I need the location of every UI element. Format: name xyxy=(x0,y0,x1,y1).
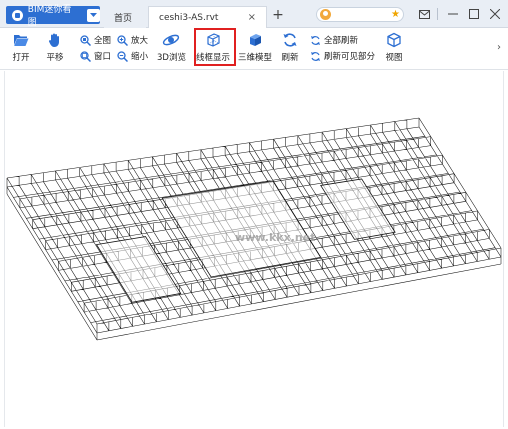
pan-label: 平移 xyxy=(46,53,64,63)
courtyard-2 xyxy=(320,178,396,240)
orbit-icon xyxy=(162,31,180,49)
building-wireframe-model xyxy=(6,117,502,341)
minimize-icon[interactable] xyxy=(445,6,461,22)
add-tab-button[interactable]: + xyxy=(270,6,286,24)
app-name: BIM迷你看图 xyxy=(27,5,72,28)
window-zoom-button[interactable]: 窗口 xyxy=(80,50,111,62)
zoom-window-icon xyxy=(80,50,91,62)
refresh-all-button[interactable]: 全部刷新 xyxy=(310,34,358,46)
tab-home[interactable]: 首页 xyxy=(104,6,146,28)
view-cube-icon xyxy=(385,31,403,49)
view-button[interactable]: 视图 xyxy=(385,31,403,63)
zoom-in-button[interactable]: 放大 xyxy=(117,34,148,46)
zoom-out-label: 缩小 xyxy=(131,52,149,62)
refresh-icon xyxy=(281,31,299,49)
zoom-in-icon xyxy=(117,34,128,46)
highlight-box xyxy=(194,28,236,66)
full-view-label: 全图 xyxy=(94,36,112,46)
full-view-button[interactable]: 全图 xyxy=(80,34,111,46)
toolbar: 打开 平移 全图 窗口 放大 缩小 3D浏览 线框显示 三维模型 刷新 全部刷新… xyxy=(0,28,508,70)
refresh-label: 刷新 xyxy=(281,53,299,63)
tab-file-label: ceshi3-AS.rvt xyxy=(159,12,219,23)
divider xyxy=(437,8,438,20)
refresh-visible-button[interactable]: 刷新可见部分 xyxy=(310,50,375,62)
hand-icon xyxy=(46,31,64,49)
user-account-widget[interactable]: ★ xyxy=(316,7,404,22)
3d-browse-label: 3D浏览 xyxy=(157,53,186,63)
title-bar: BIM迷你看图 首页 ceshi3-AS.rvt × + ★ xyxy=(0,0,508,28)
refresh-all-label: 全部刷新 xyxy=(324,36,359,46)
solid-cube-icon xyxy=(246,31,264,49)
tab-home-label: 首页 xyxy=(114,13,133,24)
window-zoom-label: 窗口 xyxy=(94,52,112,62)
app-menu-button[interactable]: BIM迷你看图 xyxy=(6,5,100,28)
close-icon[interactable] xyxy=(487,6,503,22)
3d-viewport[interactable]: www.kkx.net xyxy=(4,71,504,427)
maximize-icon[interactable] xyxy=(466,6,482,22)
chevron-down-icon xyxy=(87,8,100,22)
3d-browse-button[interactable]: 3D浏览 xyxy=(157,31,186,63)
mail-icon[interactable] xyxy=(416,6,432,22)
3d-model-label: 三维模型 xyxy=(238,53,273,63)
refresh-visible-icon xyxy=(310,51,321,62)
tab-close-icon[interactable]: × xyxy=(248,12,256,23)
refresh-button[interactable]: 刷新 xyxy=(281,31,299,63)
zoom-full-icon xyxy=(80,34,91,46)
tab-file[interactable]: ceshi3-AS.rvt × xyxy=(148,6,267,28)
view-label: 视图 xyxy=(385,53,403,63)
avatar-icon xyxy=(320,9,331,20)
refresh-visible-label: 刷新可见部分 xyxy=(324,52,376,62)
zoom-out-icon xyxy=(117,50,128,62)
courtyard-1 xyxy=(95,236,182,303)
star-icon: ★ xyxy=(391,8,400,20)
refresh-all-icon xyxy=(310,35,321,46)
open-button[interactable]: 打开 xyxy=(12,31,30,63)
app-logo-icon xyxy=(12,9,23,21)
toolbar-scroll-right-icon[interactable]: › xyxy=(497,42,501,53)
pan-button[interactable]: 平移 xyxy=(46,31,64,63)
zoom-out-button[interactable]: 缩小 xyxy=(117,50,148,62)
open-label: 打开 xyxy=(12,53,30,63)
3d-model-button[interactable]: 三维模型 xyxy=(238,31,272,63)
zoom-in-label: 放大 xyxy=(131,36,149,46)
folder-open-icon xyxy=(12,31,30,49)
watermark: www.kkx.net xyxy=(235,231,316,244)
